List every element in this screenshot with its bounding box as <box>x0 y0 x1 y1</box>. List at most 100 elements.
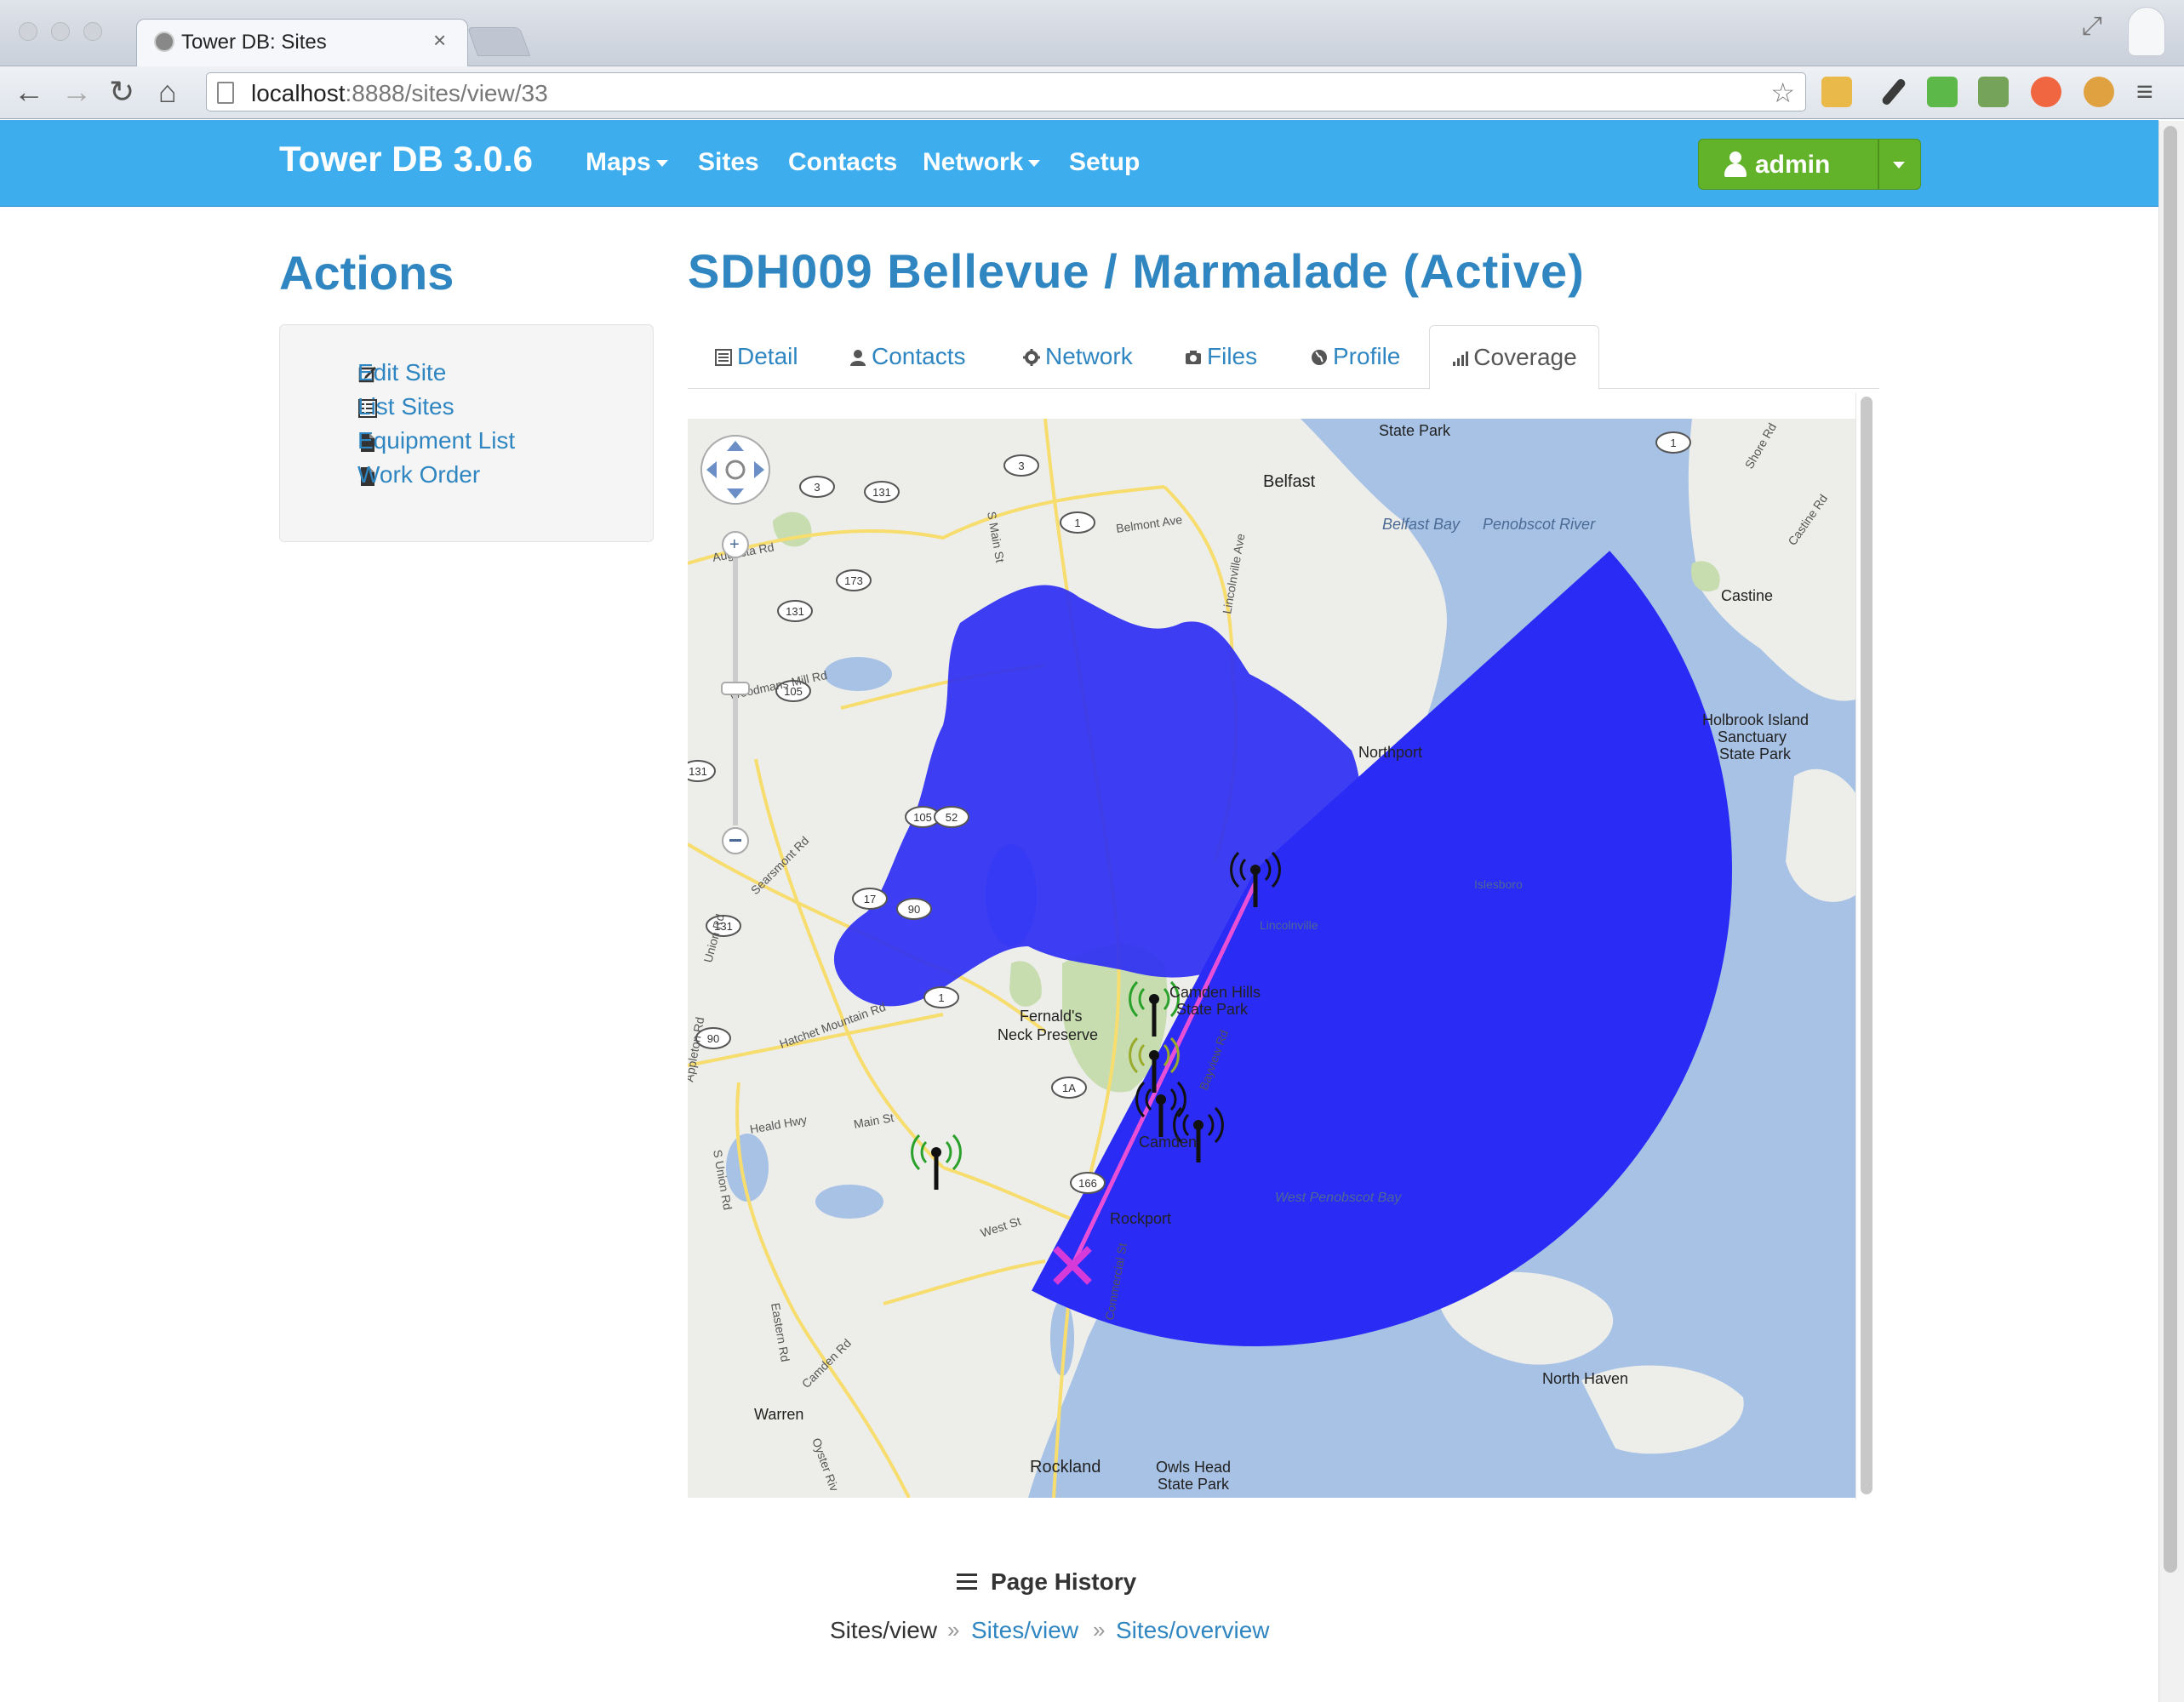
map-label: Belfast Bay <box>1382 516 1461 533</box>
map-label: Belfast <box>1263 472 1316 491</box>
route-shield-label: 1 <box>1670 437 1676 449</box>
nav-sites[interactable]: Sites <box>698 148 759 177</box>
lake <box>824 657 892 691</box>
page-scrollbar-thumb[interactable] <box>2164 126 2177 1573</box>
favicon-icon <box>154 31 174 52</box>
route-shield-label: 3 <box>814 481 820 494</box>
camera-icon <box>1186 351 1201 364</box>
top-navbar: Tower DB 3.0.6 Maps Sites Contacts Netwo… <box>0 120 2158 207</box>
edit-site-link[interactable]: Edit Site <box>357 359 446 386</box>
block-extension-icon[interactable] <box>2031 77 2061 107</box>
map-scrollbar-thumb[interactable] <box>1861 397 1872 1494</box>
nav-maps[interactable]: Maps <box>586 148 668 177</box>
reload-icon[interactable]: ↻ <box>109 75 134 109</box>
zoom-slider-handle[interactable] <box>721 682 750 695</box>
tab-files[interactable]: Files <box>1185 325 1257 388</box>
fullscreen-icon[interactable]: ⤢ <box>2082 12 2102 41</box>
plus-icon: + <box>729 535 740 554</box>
equipment-list-link[interactable]: Equipment List <box>357 427 515 454</box>
home-icon[interactable]: ⌂ <box>158 75 177 109</box>
route-shield-label: 131 <box>872 486 891 499</box>
chevron-down-icon <box>1893 162 1905 168</box>
route-shield-label: 1A <box>1062 1082 1076 1094</box>
print-extension-icon[interactable] <box>1927 77 1958 107</box>
coverage-map[interactable]: 3 131 3 1 173 131 105 131 105 52 17 90 131 90 1 1A 1 166 … <box>688 419 1855 1498</box>
tab-profile-label: Profile <box>1333 343 1401 369</box>
profile-icon[interactable] <box>2128 7 2165 56</box>
map-label: Owls Head <box>1156 1459 1231 1476</box>
globe-icon <box>1312 350 1327 365</box>
tab-files-label: Files <box>1207 343 1258 369</box>
route-shield: 131 <box>777 600 813 622</box>
map-label: Sanctuary <box>1718 728 1787 745</box>
brand-link[interactable]: Tower DB 3.0.6 <box>279 139 533 180</box>
route-shield-label: 17 <box>864 893 876 905</box>
map-label: State Park <box>1176 1001 1249 1018</box>
nav-maps-label: Maps <box>586 148 651 176</box>
list-sites-link[interactable]: List Sites <box>357 393 455 420</box>
route-shield-label: 131 <box>786 605 804 618</box>
map-canvas[interactable]: 3 13131173131105131105 5217901319011A1166 … <box>688 419 1855 1498</box>
user-dropdown-toggle[interactable] <box>1878 139 1921 190</box>
map-label: Camden <box>1139 1134 1197 1151</box>
nav-setup[interactable]: Setup <box>1069 148 1140 177</box>
close-window-button[interactable] <box>19 22 37 41</box>
gear-icon <box>1023 349 1040 366</box>
eyedropper-extension-icon[interactable] <box>1880 77 1907 107</box>
breadcrumb-current: Sites/view <box>830 1617 938 1643</box>
tab-close-icon[interactable]: × <box>433 27 446 54</box>
tab-coverage-label: Coverage <box>1473 344 1577 370</box>
minus-icon <box>729 839 741 842</box>
list-icon <box>957 1573 977 1591</box>
map-label: North Haven <box>1542 1370 1628 1387</box>
route-shield: 90 <box>896 898 932 920</box>
screen-extension-icon[interactable] <box>1978 77 2009 107</box>
tab-contacts[interactable]: Contacts <box>849 325 966 388</box>
browser-tab[interactable]: Tower DB: Sites × <box>136 19 468 66</box>
zoom-window-button[interactable] <box>83 22 102 41</box>
chevron-down-icon <box>1028 160 1041 168</box>
nav-contacts[interactable]: Contacts <box>788 148 897 177</box>
page-title: SDH009 Bellevue / Marmalade (Active) <box>688 244 1585 298</box>
lock-extension-icon[interactable] <box>1821 77 1852 107</box>
breadcrumb-link[interactable]: Sites/overview <box>1116 1617 1270 1644</box>
route-shield: 131 <box>864 481 900 503</box>
user-icon <box>850 350 866 366</box>
address-bar[interactable]: localhost:8888/sites/view/33 ☆ <box>206 72 1806 111</box>
map-label: Lincolnville <box>1260 918 1318 932</box>
route-shield-label: 131 <box>689 765 707 778</box>
map-label: Fernald's <box>1020 1008 1082 1025</box>
eastern-peninsula-landmass <box>1688 419 1855 701</box>
minimize-window-button[interactable] <box>51 22 70 41</box>
route-shield: 3 <box>1003 454 1039 477</box>
page-history-heading: Page History <box>991 1568 1137 1595</box>
new-tab-button[interactable] <box>466 27 531 56</box>
map-label: Northport <box>1358 744 1422 761</box>
nav-network[interactable]: Network <box>923 148 1041 177</box>
route-shield-label: 52 <box>946 811 958 824</box>
map-label: State Park <box>1158 1476 1230 1493</box>
route-shield-label: 90 <box>908 903 920 916</box>
bookmark-star-icon[interactable]: ☆ <box>1770 77 1795 109</box>
tab-profile[interactable]: Profile <box>1311 325 1400 388</box>
address-url[interactable]: localhost:8888/sites/view/33 <box>251 80 548 107</box>
tab-coverage[interactable]: Coverage <box>1429 325 1599 390</box>
user-button[interactable]: admin <box>1698 139 1878 190</box>
route-shield: 3 <box>799 476 835 498</box>
map-label: Neck Preserve <box>998 1026 1098 1043</box>
map-label: State Park <box>1719 745 1792 762</box>
map-label: Warren <box>754 1406 803 1423</box>
tab-detail[interactable]: Detail <box>715 325 798 388</box>
breadcrumb-separator: » <box>947 1617 960 1642</box>
breadcrumb-link[interactable]: Sites/view <box>971 1617 1078 1644</box>
chevron-down-icon <box>655 160 668 168</box>
tab-network[interactable]: Network <box>1023 325 1133 388</box>
work-order-link[interactable]: Work Order <box>357 461 480 488</box>
forward-icon[interactable]: → <box>61 75 92 109</box>
route-shield-label: 1 <box>1074 517 1080 529</box>
back-icon[interactable]: ← <box>14 75 44 109</box>
cookie-extension-icon[interactable] <box>2084 77 2114 107</box>
user-icon <box>1723 151 1748 179</box>
menu-icon[interactable]: ≡ <box>2136 75 2153 109</box>
pan-control[interactable] <box>700 435 770 505</box>
